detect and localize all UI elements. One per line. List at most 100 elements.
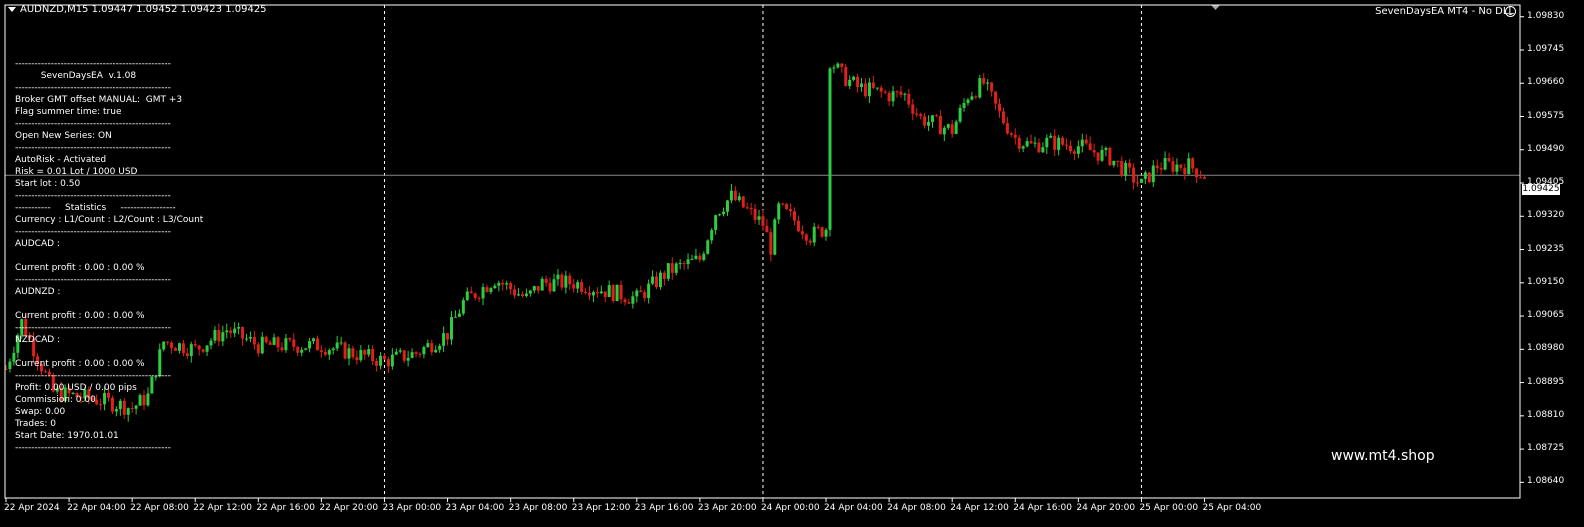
candle-body — [643, 292, 647, 299]
panel-line: ----------------------------------------… — [15, 323, 171, 333]
panel-line: AUDCAD : — [15, 239, 60, 249]
candle-body — [737, 196, 741, 201]
candle-body — [339, 342, 343, 344]
candle-body — [1025, 141, 1029, 147]
candle-body — [296, 346, 300, 353]
candle-body — [1147, 172, 1151, 183]
candle-body — [690, 258, 694, 260]
panel-line: Current profit : 0.00 : 0.00 % — [15, 263, 145, 273]
x-tick-label: 22 Apr 2024 — [4, 503, 60, 513]
x-tick-label: 24 Apr 20:00 — [1076, 503, 1136, 513]
candle-body — [718, 214, 722, 216]
candle-body — [1072, 151, 1076, 154]
x-tick-label: 25 Apr 04:00 — [1202, 503, 1262, 513]
panel-line: Start lot : 0.50 — [15, 179, 81, 189]
candle-body — [757, 216, 761, 220]
candle-body — [824, 229, 828, 237]
candle-body — [272, 337, 276, 345]
candle-body — [414, 352, 418, 354]
chart-grid — [5, 5, 1520, 498]
candle-body — [1108, 147, 1112, 166]
y-tick-label: 1.09490 — [1527, 143, 1565, 154]
y-tick-label: 1.09405 — [1527, 177, 1565, 188]
candle-body — [773, 219, 777, 255]
candle-body — [789, 209, 793, 212]
candle-body — [513, 289, 517, 296]
candle-body — [276, 337, 280, 348]
candle-body — [422, 347, 426, 355]
candle-body — [1084, 139, 1088, 144]
candle-body — [351, 348, 355, 358]
candle-body — [450, 317, 454, 340]
candle-body — [323, 351, 327, 355]
candle-body — [867, 82, 871, 97]
candle-body — [587, 292, 591, 296]
shift-marker-icon[interactable] — [1211, 5, 1220, 10]
candle-body — [205, 345, 209, 352]
candle-body — [769, 232, 773, 255]
candle-body — [923, 116, 927, 126]
panel-line: ----------------------------------------… — [15, 227, 171, 237]
candle-body — [702, 253, 706, 260]
panel-line: Swap: 0.00 — [15, 407, 66, 417]
candle-body — [1033, 142, 1037, 144]
candle-body — [1116, 160, 1120, 162]
x-tick-label: 22 Apr 08:00 — [130, 503, 189, 513]
candle-body — [1005, 123, 1009, 134]
candle-body — [363, 350, 367, 355]
candle-body — [591, 292, 595, 296]
candle-body — [915, 113, 919, 115]
candle-body — [631, 296, 635, 304]
candle-body — [260, 336, 264, 354]
candle-body — [796, 220, 800, 232]
candle-body — [966, 99, 970, 104]
x-tick-label: 24 Apr 08:00 — [887, 503, 946, 513]
candle-body — [225, 330, 229, 333]
candle-body — [1096, 152, 1100, 161]
y-tick-label: 1.08895 — [1527, 376, 1565, 387]
chevron-down-icon[interactable] — [8, 6, 16, 12]
candle-body — [528, 290, 532, 294]
x-tick-label: 22 Apr 20:00 — [319, 503, 379, 513]
candle-body — [489, 288, 493, 292]
candle-body — [678, 263, 682, 265]
candle-body — [938, 115, 942, 135]
panel-line — [15, 346, 203, 358]
candle-body — [911, 104, 915, 114]
candle-body — [241, 326, 245, 339]
smiley-icon[interactable] — [1505, 6, 1516, 17]
candle-body — [532, 286, 536, 291]
candle-body — [1029, 141, 1033, 144]
x-tick-label: 24 Apr 16:00 — [1013, 503, 1072, 513]
candle-body — [674, 263, 678, 273]
candle-body — [209, 340, 213, 346]
panel-line: Current profit : 0.00 : 0.00 % — [15, 359, 145, 369]
candle-body — [879, 87, 883, 92]
candle-body — [248, 337, 252, 339]
candle-body — [327, 350, 331, 355]
candle-body — [469, 291, 473, 294]
panel-line: ----------------------------------------… — [15, 371, 171, 381]
x-tick-label: 24 Apr 00:00 — [760, 503, 820, 513]
y-tick-label: 1.08640 — [1527, 476, 1565, 487]
candle-body — [418, 353, 422, 355]
candle-body — [473, 293, 477, 299]
candle-body — [725, 200, 729, 212]
candle-body — [627, 302, 631, 304]
candle-body — [1076, 146, 1080, 154]
candle-body — [1163, 158, 1167, 170]
candle-body — [398, 350, 402, 352]
candle-body — [312, 338, 316, 342]
candle-body — [686, 259, 690, 265]
candle-body — [520, 294, 524, 297]
candle-body — [871, 82, 875, 88]
symbol-header[interactable]: AUDNZD,M15 1.09447 1.09452 1.09423 1.094… — [8, 4, 267, 15]
candle-body — [623, 299, 627, 303]
candle-body — [828, 68, 832, 230]
candle-body — [710, 229, 714, 241]
candle-body — [426, 343, 430, 348]
y-tick-label: 1.09150 — [1527, 276, 1565, 287]
candle-body — [958, 107, 962, 122]
candle-body — [1049, 135, 1053, 138]
panel-line: Flag summer time: true — [15, 107, 122, 117]
